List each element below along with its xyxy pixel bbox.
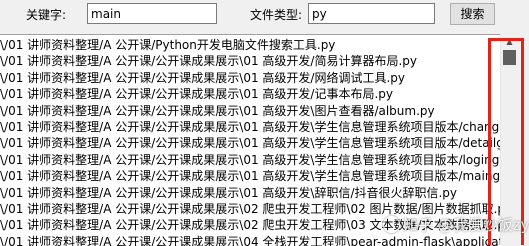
keyword-label: 关键字: <box>26 8 67 22</box>
list-item[interactable]: \/01 讲师资料整理/A 公开课/公开课成果展示\01 高级开发\学生信息管理… <box>0 135 500 151</box>
results-list: \/01 讲师资料整理/A 公开课/Python开发电脑文件搜索工具.py \/… <box>0 37 500 246</box>
search-toolbar: 关键字: 文件类型: 搜索 <box>0 0 529 34</box>
list-item[interactable]: \/01 讲师资料整理/A 公开课/公开课成果展示\01 高级开发\学生信息管理… <box>0 168 500 184</box>
list-item[interactable]: \/01 讲师资料整理/A 公开课/公开课成果展示\02 爬虫开发工程师\02 … <box>0 201 500 217</box>
results-listbox[interactable]: \/01 讲师资料整理/A 公开课/Python开发电脑文件搜索工具.py \/… <box>0 34 500 246</box>
filetype-input[interactable] <box>308 3 435 24</box>
list-item[interactable]: \/01 讲师资料整理/A 公开课/公开课成果展示\04 全栈开发工程师\pea… <box>0 234 500 246</box>
list-item[interactable]: \/01 讲师资料整理/A 公开课/Python开发电脑文件搜索工具.py <box>0 37 500 53</box>
list-item[interactable]: \/01 讲师资料整理/A 公开课/公开课成果展示\01 高级开发\学生信息管理… <box>0 152 500 168</box>
list-item[interactable]: \/01 讲师资料整理/A 公开课/公开课成果展示\01 高级开发\图片查看器/… <box>0 103 500 119</box>
list-item[interactable]: \/01 讲师资料整理/A 公开课/公开课成果展示\02 爬虫开发工程师\03 … <box>0 217 500 233</box>
keyword-input[interactable] <box>87 3 217 24</box>
search-button[interactable]: 搜索 <box>450 3 495 25</box>
filetype-label: 文件类型: <box>250 8 303 22</box>
list-item[interactable]: \/01 讲师资料整理/A 公开课/公开课成果展示\01 高级开发/简易计算器布… <box>0 53 500 69</box>
list-item[interactable]: \/01 讲师资料整理/A 公开课/公开课成果展示\01 高级开发\辞职信/抖音… <box>0 185 500 201</box>
list-item[interactable]: \/01 讲师资料整理/A 公开课/公开课成果展示\01 高级开发/网络调试工具… <box>0 70 500 86</box>
vertical-scrollbar[interactable]: ▲ <box>500 34 518 245</box>
scroll-up-arrow-icon[interactable]: ▲ <box>501 36 518 48</box>
list-item[interactable]: \/01 讲师资料整理/A 公开课/公开课成果展示\01 高级开发\学生信息管理… <box>0 119 500 135</box>
scrollbar-thumb[interactable] <box>503 50 516 65</box>
window-edge <box>518 34 529 245</box>
list-item[interactable]: \/01 讲师资料整理/A 公开课/公开课成果展示\01 高级开发/记事本布局.… <box>0 86 500 102</box>
